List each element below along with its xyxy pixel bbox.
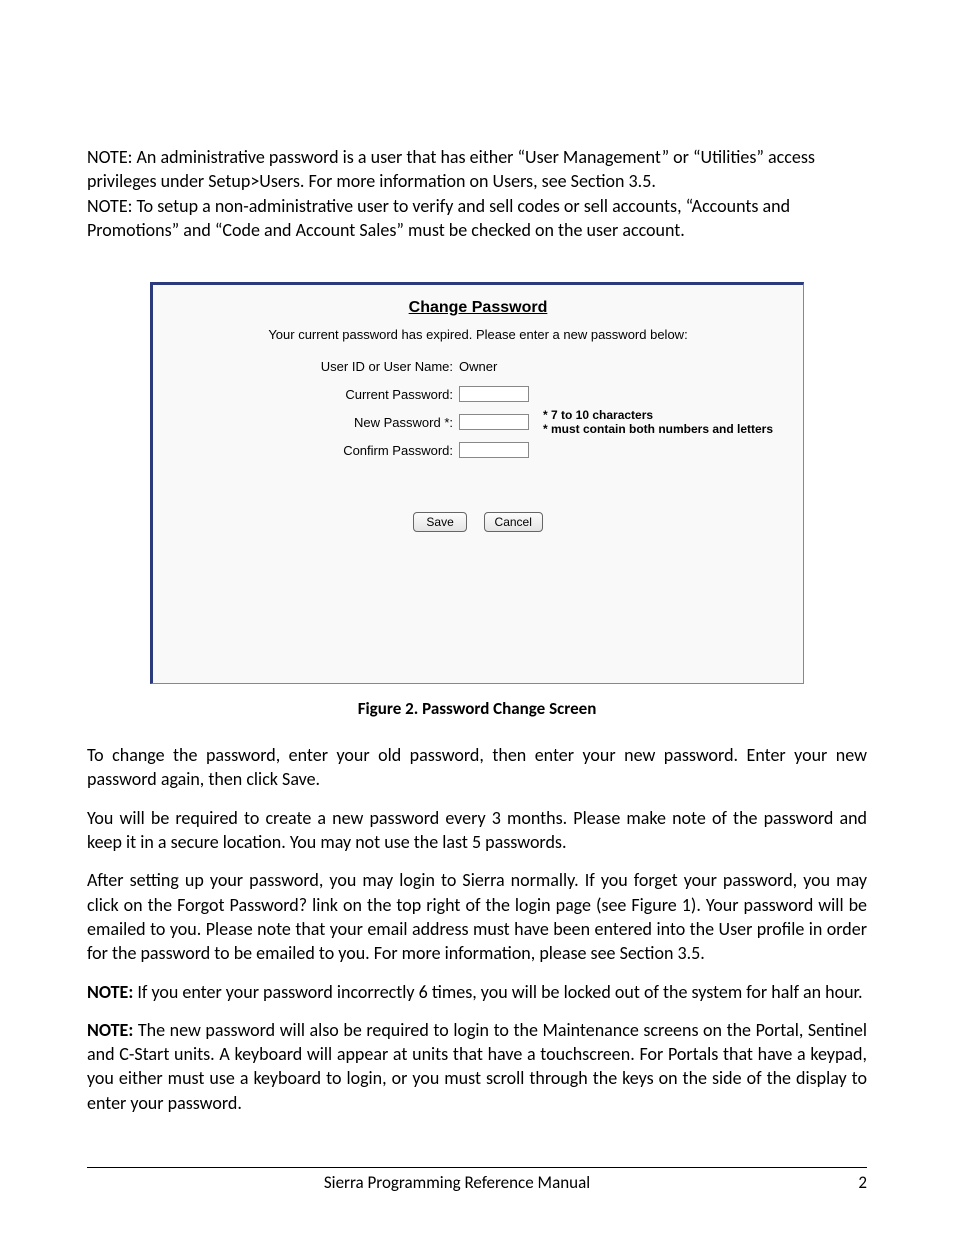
label-user-id: User ID or User Name: <box>153 359 459 374</box>
value-user-id: Owner <box>459 359 497 374</box>
paragraph-note-admin: NOTE: An administrative password is a us… <box>87 145 867 194</box>
change-password-form: User ID or User Name: Owner Current Pass… <box>153 352 803 464</box>
input-new-password[interactable] <box>459 414 529 430</box>
paragraph-forgot: After setting up your password, you may … <box>87 868 867 965</box>
row-confirm-password: Confirm Password: <box>153 436 803 464</box>
paragraph-3months: You will be required to create a new pas… <box>87 806 867 855</box>
input-confirm-password[interactable] <box>459 442 529 458</box>
save-button[interactable]: Save <box>413 512 467 532</box>
footer-page-number: 2 <box>827 1172 867 1193</box>
label-current-password: Current Password: <box>153 387 459 402</box>
paragraph-lockout: NOTE: If you enter your password incorre… <box>87 980 867 1004</box>
change-password-screenshot: Change Password Your current password ha… <box>150 282 804 684</box>
button-row: Save Cancel <box>153 512 803 532</box>
paragraph-change-instructions: To change the password, enter your old p… <box>87 743 867 792</box>
paragraph-maintenance: NOTE: The new password will also be requ… <box>87 1018 867 1115</box>
change-password-message: Your current password has expired. Pleas… <box>153 327 803 342</box>
note-text-2: The new password will also be required t… <box>87 1019 867 1114</box>
footer-title: Sierra Programming Reference Manual <box>87 1172 827 1193</box>
row-current-password: Current Password: <box>153 380 803 408</box>
figure-caption: Figure 2. Password Change Screen <box>87 698 867 719</box>
page-footer: Sierra Programming Reference Manual 2 <box>87 1167 867 1193</box>
note-label-2: NOTE: <box>87 1019 133 1041</box>
cancel-button[interactable]: Cancel <box>484 512 543 532</box>
change-password-title: Change Password <box>153 285 803 317</box>
password-hints: * 7 to 10 characters * must contain both… <box>543 408 773 437</box>
label-new-password: New Password *: <box>153 415 459 430</box>
note-text-1: If you enter your password incorrectly 6… <box>133 981 862 1003</box>
password-hint-2: * must contain both numbers and letters <box>543 422 773 436</box>
row-user: User ID or User Name: Owner <box>153 352 803 380</box>
input-current-password[interactable] <box>459 386 529 402</box>
document-page: NOTE: An administrative password is a us… <box>0 0 954 1235</box>
paragraph-note-nonadmin: NOTE: To setup a non-administrative user… <box>87 194 867 243</box>
label-confirm-password: Confirm Password: <box>153 443 459 458</box>
password-hint-1: * 7 to 10 characters <box>543 408 773 422</box>
note-label-1: NOTE: <box>87 981 133 1003</box>
row-new-password: New Password *: * 7 to 10 characters * m… <box>153 408 803 436</box>
